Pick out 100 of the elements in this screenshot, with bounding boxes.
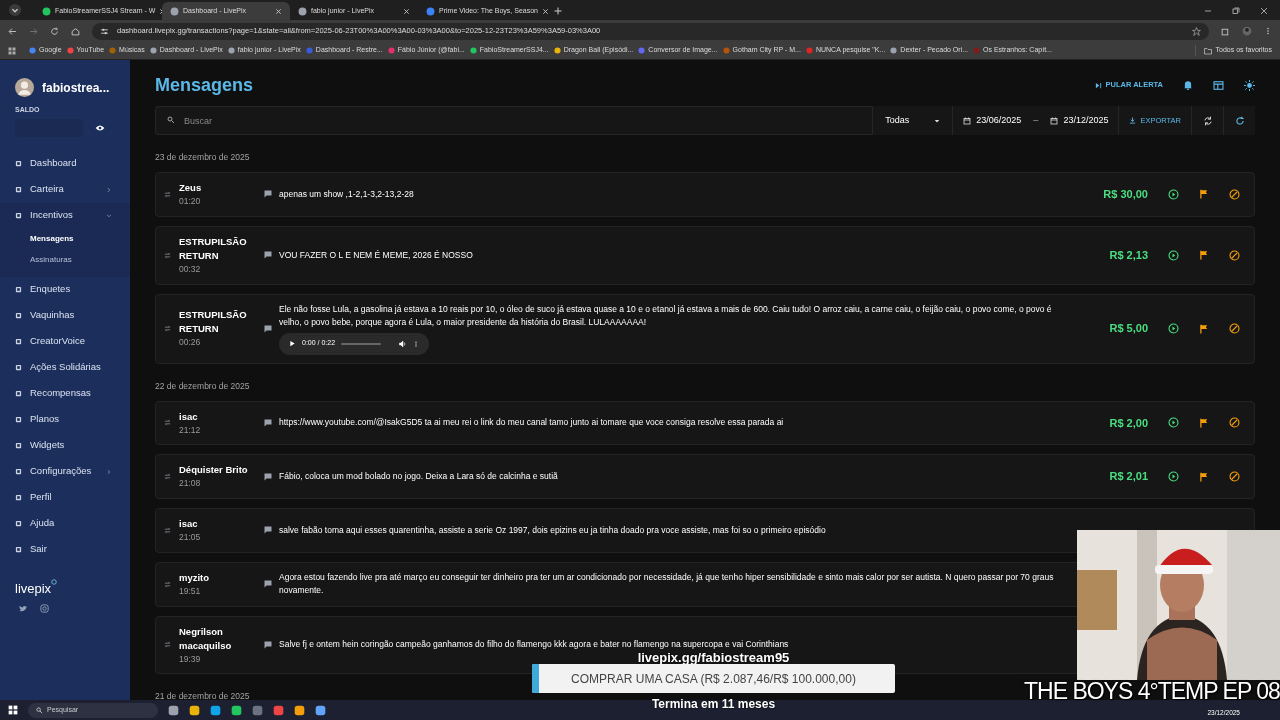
play-circle-icon[interactable] (1168, 417, 1179, 429)
avatar-icon[interactable] (1242, 26, 1252, 36)
sidebar-item[interactable]: Perfil (0, 484, 130, 511)
sidebar-item[interactable]: Carteira (0, 176, 130, 203)
square-icon (15, 364, 22, 371)
sidebar-item[interactable]: Incentivos (0, 202, 130, 229)
ban-icon[interactable] (1229, 417, 1240, 429)
restore-icon[interactable] (1232, 7, 1240, 15)
square-icon (15, 338, 22, 345)
audio-progress-track[interactable] (341, 342, 382, 345)
app-icon[interactable] (231, 704, 242, 716)
bird-icon[interactable] (19, 604, 28, 613)
flag-icon[interactable] (1199, 189, 1209, 200)
app-icon[interactable] (315, 704, 326, 716)
date-field[interactable]: 23/12/2025 (1040, 113, 1119, 128)
minimize-icon[interactable] (1204, 7, 1212, 15)
ban-icon[interactable] (1229, 323, 1240, 334)
user-avatar-icon (15, 78, 34, 97)
more-icon[interactable] (1264, 27, 1272, 35)
status-dropdown[interactable]: Todas (873, 106, 954, 135)
sidebar-item[interactable]: Recompensas (0, 380, 130, 407)
extensions-icon[interactable] (1221, 26, 1230, 36)
sidebar-item[interactable]: Planos (0, 406, 130, 433)
layout-icon[interactable] (1213, 79, 1224, 91)
donation-time: 21:05 (179, 531, 202, 544)
date-field[interactable]: 23/06/2025 (953, 113, 1032, 128)
sidebar-item[interactable]: Dashboard (0, 150, 130, 177)
sidebar-item[interactable]: Ações Solidárias (0, 354, 130, 381)
donor-name: myzito (179, 570, 211, 585)
skip-icon (1094, 81, 1102, 89)
ban-icon[interactable] (1229, 249, 1240, 261)
close-icon[interactable] (275, 7, 282, 15)
ban-icon[interactable] (1229, 188, 1240, 200)
donation-time: 00:32 (179, 262, 202, 276)
site-icon (890, 47, 898, 54)
download-icon (1129, 117, 1137, 124)
new-tab-icon[interactable] (554, 7, 562, 15)
sidebar-item[interactable]: Ajuda (0, 510, 130, 537)
play-circle-icon[interactable] (1168, 249, 1179, 261)
sync-icon[interactable] (1202, 115, 1213, 126)
swap-arrows-icon (164, 419, 171, 427)
sun-icon[interactable] (1244, 79, 1255, 91)
apps-grid-icon[interactable] (8, 46, 16, 55)
app-icon[interactable] (168, 704, 179, 716)
donor-name: ESTRUPILSÃO RETURN (179, 308, 248, 337)
play-circle-icon[interactable] (1168, 323, 1179, 334)
sidebar-item[interactable]: Vaquinhas (0, 302, 130, 329)
chat-bubble-icon (264, 526, 272, 535)
camera-icon[interactable] (40, 604, 49, 613)
sidebar-item[interactable]: Widgets (0, 432, 130, 459)
search-field[interactable]: Buscar (155, 106, 874, 135)
donation-amount: R$ 5,00 (1108, 321, 1148, 337)
reload-icon[interactable] (50, 26, 59, 36)
flag-icon[interactable] (1199, 417, 1209, 428)
close-icon[interactable] (541, 7, 549, 15)
sidebar-item[interactable]: CreatorVoice (0, 328, 130, 355)
app-icon[interactable] (273, 704, 284, 716)
app-icon[interactable] (210, 704, 221, 716)
donation-time: 00:26 (179, 336, 202, 349)
donation-amount: R$ 30,00 (1102, 187, 1148, 203)
swap-arrows-icon (164, 641, 171, 649)
tab-list-icon[interactable] (8, 3, 22, 17)
back-arrow-icon[interactable] (8, 26, 17, 36)
close-icon[interactable] (403, 7, 410, 15)
sidebar-item[interactable]: Enquetes (0, 276, 130, 303)
volume-icon[interactable] (399, 339, 407, 348)
site-icon (29, 47, 36, 54)
app-icon[interactable] (294, 704, 305, 716)
donor-name: isac (179, 517, 199, 531)
sidebar-item[interactable]: Configurações (0, 458, 130, 485)
message-text: VOU FAZER O L E NEM É MEME, 2026 É NOSSO (279, 248, 474, 262)
ban-icon[interactable] (1229, 471, 1240, 483)
play-circle-icon[interactable] (1168, 188, 1179, 200)
site-icon (805, 47, 813, 54)
windows-logo-icon[interactable] (8, 705, 18, 715)
refresh-icon[interactable] (1234, 115, 1245, 126)
swap-arrows-icon (164, 190, 171, 198)
bell-icon[interactable] (1183, 80, 1193, 90)
sidebar-item[interactable]: Sair (0, 536, 130, 563)
app-icon[interactable] (189, 704, 200, 716)
donor-name: Negrilson macaquilso (179, 624, 233, 653)
play-icon[interactable] (289, 340, 296, 347)
username: fabiostrea... (42, 79, 110, 97)
flag-icon[interactable] (1199, 250, 1209, 261)
play-circle-icon[interactable] (1168, 471, 1179, 483)
home-icon[interactable] (71, 26, 80, 36)
site-settings-icon[interactable] (100, 26, 109, 36)
chat-bubble-icon (264, 418, 272, 427)
close-icon[interactable] (1260, 7, 1268, 15)
square-icon (15, 186, 22, 193)
donation-amount: R$ 2,00 (1108, 415, 1148, 431)
site-icon (469, 47, 477, 54)
donor-name: Zeus (179, 181, 203, 195)
sidebar-subitem[interactable]: Mensagens (0, 228, 130, 250)
flag-icon[interactable] (1199, 323, 1209, 334)
flag-icon[interactable] (1199, 471, 1209, 482)
sidebar-subitem[interactable]: Assinaturas (0, 249, 130, 271)
message-text: Agora estou fazendo live pra até março eu conseguir ter dinheiro pra ter um ar condicionado por necessidade, já que tenho hiper sensibilidade e sinto mais calor por ser autista. N quero passar por 70 graus novamente. (279, 571, 1055, 598)
square-icon (15, 160, 22, 167)
star-icon[interactable] (1192, 26, 1201, 36)
